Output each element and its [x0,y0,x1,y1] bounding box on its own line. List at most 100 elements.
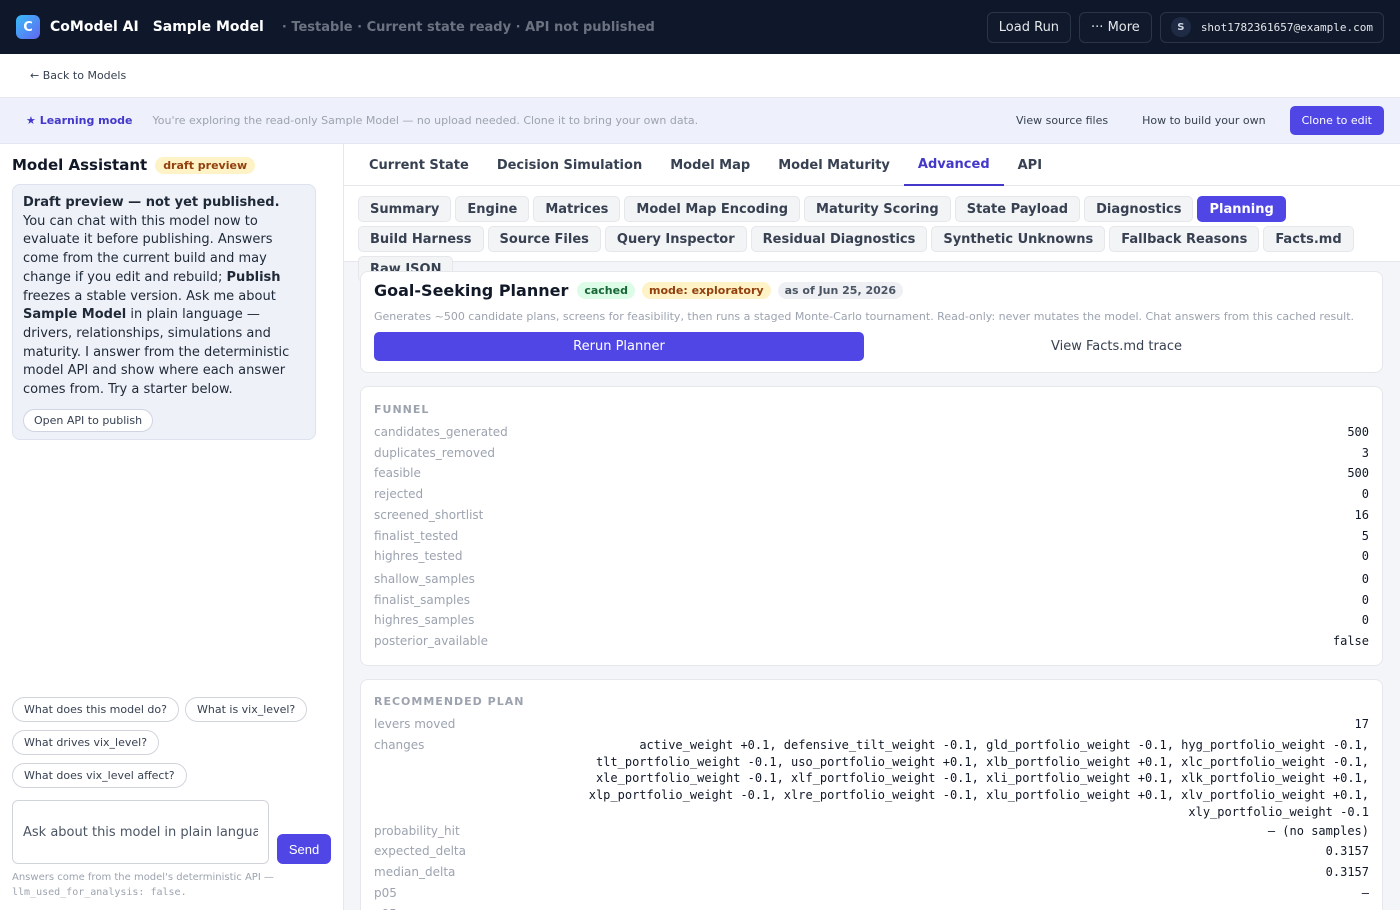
intro-publish: Publish [226,269,281,285]
changes-row: changes active_weight +0.1, defensive_ti… [374,735,1369,821]
funnel-card: FUNNEL candidates_generated 500 duplicates… [360,386,1383,666]
subtab-diagnostics[interactable]: Diagnostics [1084,196,1194,222]
view-facts-trace-link[interactable]: View Facts.md trace [864,339,1369,354]
levers-value: 17 [1354,717,1369,731]
subtab-source-files[interactable]: Source Files [487,226,601,252]
kv-value: — [1361,885,1369,900]
tab-model-maturity[interactable]: Model Maturity [764,144,904,186]
intro-bold: Draft preview — not yet published. [23,195,280,210]
kv-value: — [1362,904,1369,910]
view-source-files-link[interactable]: View source files [1016,114,1108,127]
back-to-models-link[interactable]: ← Back to Models [30,69,126,82]
tab-current-state[interactable]: Current State [355,144,483,186]
user-email: shot1782361657@example.com [1200,20,1373,34]
subtab-build-harness[interactable]: Build Harness [358,226,484,252]
tab-advanced[interactable]: Advanced [903,144,1004,186]
kv-row-median-delta: median_delta 0.3157 [374,862,1369,883]
funnel-rows-samples: shallow_samples 0 finalist_samples 0 highres… [374,569,1369,652]
more-button[interactable]: ··· More [1079,11,1152,43]
subtab-maturity-scoring[interactable]: Maturity Scoring [804,196,951,222]
subtab-engine[interactable]: Engine [455,196,530,222]
kv-row-highres-samples: highres_samples 0 [374,610,1369,631]
tab-model-map[interactable]: Model Map [656,144,764,186]
learning-mode-text: You're exploring the read-only Sample Mo… [152,114,699,127]
kv-key: p05 [374,885,397,900]
planner-header: Goal-Seeking Planner cached mode: explor… [374,281,1369,300]
kv-row-probability-hit: probability_hit — (no samples) [374,821,1369,842]
kv-value: false [1332,634,1369,649]
model-name: Sample Model [152,19,264,35]
kv-row-screened-shortlist: screened_shortlist 16 [374,505,1369,526]
kv-key: highres_samples [374,613,475,628]
plan-metrics: probability_hit — (no samples) expected_de… [374,821,1369,910]
kv-row-shallow-samples: shallow_samples 0 [374,569,1369,590]
draft-preview-badge: draft preview [155,156,256,174]
kv-row-candidates-generated: candidates_generated 500 [374,422,1369,443]
open-api-button[interactable]: Open API to publish [23,408,154,432]
kv-value: 0.3157 [1325,844,1369,859]
main-tabs: Current State Decision Simulation Model Ma… [344,144,1400,186]
user-menu[interactable]: S shot1782361657@example.com [1159,11,1384,43]
starter-chip[interactable]: What drives vix_level? [12,730,160,755]
planner-description: Generates ~500 candidate plans, screens … [374,310,1355,323]
subtab-matrices[interactable]: Matrices [533,196,621,222]
changes-key: changes [374,737,425,752]
subtab-planning[interactable]: Planning [1197,196,1286,222]
assistant-intro-text: Draft preview — not yet published. You c… [23,194,305,400]
assistant-title: Model Assistant [12,156,148,174]
chat-input[interactable] [12,800,269,864]
funnel-label: FUNNEL [374,403,430,416]
kv-value: 0 [1361,613,1369,628]
avatar: S [1170,17,1191,37]
subtab-summary[interactable]: Summary [358,196,452,222]
levers-key: levers moved [374,717,456,731]
kv-key: finalist_samples [374,592,471,607]
subtab-synthetic-unknowns[interactable]: Synthetic Unknowns [931,226,1106,252]
kv-row-highres-tested: highres_tested 0 [374,546,1369,567]
kv-value: 16 [1354,507,1369,522]
send-button[interactable]: Send [277,834,331,864]
how-to-build-link[interactable]: How to build your own [1142,114,1266,127]
learning-banner: ★ Learning mode You're exploring the rea… [0,98,1400,144]
funnel-rows-main: candidates_generated 500 duplicates_remove… [374,422,1369,567]
learning-mode-tag: ★ Learning mode [26,114,133,127]
starter-chip[interactable]: What does vix_level affect? [12,763,187,788]
subtab-residual-diagnostics[interactable]: Residual Diagnostics [750,226,928,252]
kv-key: posterior_available [374,634,489,649]
planner-title: Goal-Seeking Planner [374,281,569,300]
tab-api[interactable]: API [1004,144,1056,186]
planner-actions: Rerun Planner View Facts.md trace [374,332,1369,361]
kv-key: highres_tested [374,549,463,564]
rerun-planner-button[interactable]: Rerun Planner [374,332,864,361]
starter-questions: What does this model do? What is vix_leve… [12,697,332,791]
kv-row-expected-delta: expected_delta 0.3157 [374,841,1369,862]
subtab-facts-md[interactable]: Facts.md [1263,226,1354,252]
kv-key: screened_shortlist [374,507,484,522]
kv-key: expected_delta [374,844,466,859]
top-bar: C CoModel AI Sample Model · Testable · C… [0,0,1400,54]
cached-badge: cached [577,282,635,299]
kv-row-posterior-available: posterior_available false [374,631,1369,652]
subtab-model-map-encoding[interactable]: Model Map Encoding [624,196,801,222]
kv-value: 3 [1361,445,1369,460]
kv-row-finalist-samples: finalist_samples 0 [374,590,1369,611]
subtab-state-payload[interactable]: State Payload [954,196,1081,222]
kv-row-p95: p95 — [374,904,1369,910]
kv-value: 0 [1361,592,1369,607]
subtab-fallback-reasons[interactable]: Fallback Reasons [1109,226,1260,252]
kv-value: 0.3157 [1325,865,1369,880]
clone-to-edit-button[interactable]: Clone to edit [1289,106,1384,135]
kv-value: 500 [1347,466,1369,481]
advanced-subtabs: Summary Engine Matrices Model Map Encoding M… [344,186,1400,282]
main-content: Current State Decision Simulation Model Ma… [344,144,1400,910]
date-badge: as of Jun 25, 2026 [777,282,904,299]
subtab-query-inspector[interactable]: Query Inspector [604,226,747,252]
kv-value: 0 [1361,571,1369,586]
recommended-plan-card: RECOMMENDED PLAN levers moved 17 changes… [360,679,1383,910]
starter-chip[interactable]: What does this model do? [12,697,179,722]
intro-part-2: freezes a stable version. Ask me about [23,288,276,304]
load-run-button[interactable]: Load Run [986,11,1072,43]
kv-key: finalist_tested [374,528,459,543]
starter-chip[interactable]: What is vix_level? [184,697,308,722]
tab-decision-simulation[interactable]: Decision Simulation [483,144,656,186]
